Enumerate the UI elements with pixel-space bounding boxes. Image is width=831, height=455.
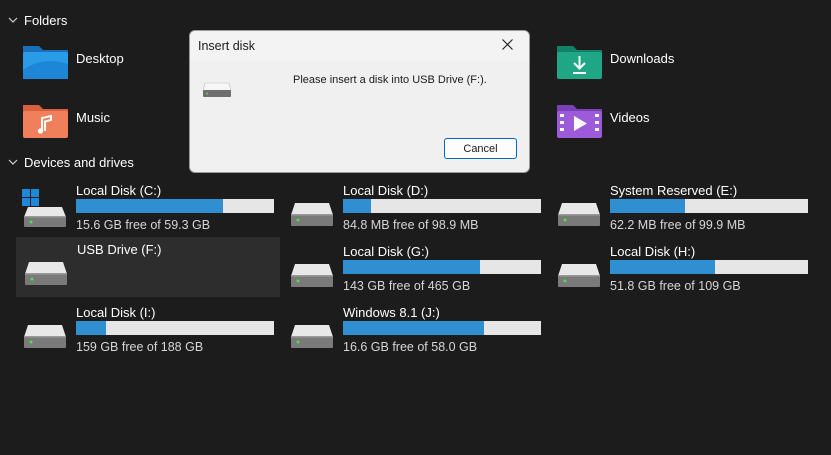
hard-drive-icon [289,311,337,351]
drive-i[interactable]: Local Disk (I:) 159 GB free of 188 GB [16,301,278,359]
folder-label: Desktop [76,50,124,66]
drive-usage-bar [76,199,274,213]
hard-drive-icon [289,250,337,290]
drive-usage-bar [343,260,541,274]
drive-name: Local Disk (I:) [76,305,156,320]
chevron-down-icon [6,13,20,27]
close-icon [501,37,513,55]
drive-free-space: 16.6 GB free of 58.0 GB [343,340,478,354]
windows-drive-icon [22,189,70,229]
folder-desktop[interactable]: Desktop [22,40,124,84]
drive-g[interactable]: Local Disk (G:) 143 GB free of 465 GB [283,240,545,298]
dialog-message: Please insert a disk into USB Drive (F:)… [293,74,487,86]
folder-label: Videos [610,109,650,125]
hard-drive-icon [289,189,337,229]
dialog-title: Insert disk [198,39,255,53]
folder-downloads[interactable]: Downloads [556,40,674,84]
drive-name: Windows 8.1 (J:) [343,305,440,320]
drive-name: Local Disk (G:) [343,244,429,259]
usb-drive-icon [202,81,232,99]
folder-label: Downloads [610,50,675,66]
drive-usage-fill [343,321,484,335]
desktop-folder-icon [22,42,70,82]
dialog-title-bar[interactable]: Insert disk [190,31,529,61]
drive-d[interactable]: Local Disk (D:) 84.8 MB free of 98.9 MB [283,179,545,237]
drive-c[interactable]: Local Disk (C:) 15.6 GB free of 59.3 GB [16,179,278,237]
devices-section-header[interactable]: Devices and drives [6,152,134,172]
drive-name: Local Disk (H:) [610,244,696,259]
drive-free-space: 51.8 GB free of 109 GB [610,279,741,293]
drive-j[interactable]: Windows 8.1 (J:) 16.6 GB free of 58.0 GB [283,301,545,359]
folder-label: Music [76,109,110,125]
drive-usage-bar [610,199,808,213]
folder-videos[interactable]: Videos [556,99,650,143]
drive-usage-fill [76,321,106,335]
drive-e[interactable]: System Reserved (E:) 62.2 MB free of 99.… [550,179,812,237]
drive-f-usb[interactable]: USB Drive (F:) [16,237,280,297]
drive-usage-bar [76,321,274,335]
folders-section-label: Folders [24,12,68,28]
drive-name: Local Disk (C:) [76,183,162,198]
usb-drive-icon [23,248,71,288]
drive-name: USB Drive (F:) [77,242,162,257]
drive-free-space: 159 GB free of 188 GB [76,340,204,354]
music-folder-icon [22,101,70,141]
devices-section-label: Devices and drives [24,154,134,170]
file-explorer-this-pc: Folders Desktop Downloads Music Videos D… [0,0,831,455]
drive-h[interactable]: Local Disk (H:) 51.8 GB free of 109 GB [550,240,812,298]
drive-usage-bar [343,199,541,213]
drive-name: System Reserved (E:) [610,183,738,198]
drive-usage-fill [343,199,371,213]
drive-usage-bar [610,260,808,274]
drive-name: Local Disk (D:) [343,183,429,198]
cancel-button[interactable]: Cancel [444,138,517,159]
folders-section-header[interactable]: Folders [6,10,67,30]
videos-folder-icon [556,101,604,141]
hard-drive-icon [22,311,70,351]
chevron-down-icon [6,155,20,169]
drive-usage-fill [76,199,223,213]
drive-usage-fill [343,260,480,274]
drive-free-space: 15.6 GB free of 59.3 GB [76,218,211,232]
close-button[interactable] [485,31,529,61]
drive-usage-bar [343,321,541,335]
drive-free-space: 62.2 MB free of 99.9 MB [610,218,746,232]
insert-disk-dialog: Insert disk Please insert a disk into US… [189,30,530,173]
drive-free-space: 84.8 MB free of 98.9 MB [343,218,479,232]
hard-drive-icon [556,250,604,290]
drive-usage-fill [610,199,686,213]
downloads-folder-icon [556,42,604,82]
folder-music[interactable]: Music [22,99,110,143]
drive-usage-fill [610,260,715,274]
drive-free-space: 143 GB free of 465 GB [343,279,471,293]
hard-drive-icon [556,189,604,229]
